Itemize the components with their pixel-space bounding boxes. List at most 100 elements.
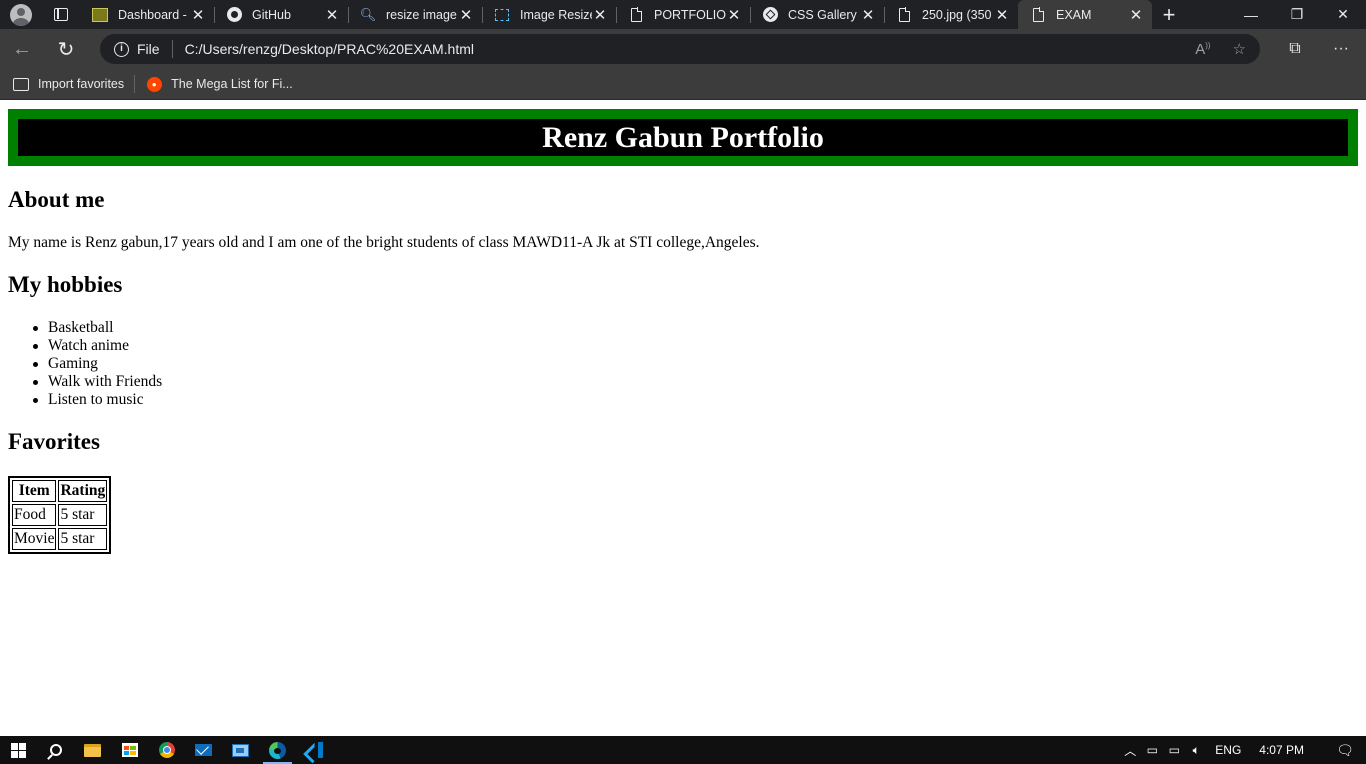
scheme-label: File: [137, 41, 160, 57]
control-panel-icon: [232, 743, 249, 757]
close-window-icon[interactable]: ✕: [1320, 0, 1366, 29]
window-controls: — ❐ ✕: [1228, 0, 1366, 29]
tab-image-resizer[interactable]: Image Resize ✕: [482, 0, 616, 29]
tab-dashboard[interactable]: Dashboard - ✕: [80, 0, 214, 29]
list-item: Basketball: [32, 319, 162, 337]
taskbar-file-explorer[interactable]: [74, 736, 111, 764]
favorite-mega-list[interactable]: ● The Mega List for Fi...: [145, 76, 293, 92]
favorite-label: Import favorites: [38, 77, 125, 91]
about-heading: About me: [8, 187, 105, 212]
table-cell: 5 star: [58, 528, 108, 550]
chrome-icon: [158, 742, 175, 758]
close-icon[interactable]: ✕: [1128, 6, 1144, 24]
taskbar-mail[interactable]: [185, 736, 222, 764]
github-icon: [226, 7, 242, 23]
list-item: Walk with Friends: [32, 373, 163, 390]
reddit-icon: ●: [145, 76, 163, 92]
taskbar-vscode[interactable]: [296, 736, 333, 764]
browser-toolbar: ← ↻ i File C:/Users/renzg/Desktop/PRAC%2…: [0, 29, 1366, 69]
folder-icon: [84, 743, 101, 757]
address-bar[interactable]: i File C:/Users/renzg/Desktop/PRAC%20EXA…: [100, 34, 1260, 64]
close-icon[interactable]: ✕: [860, 6, 876, 24]
new-tab-button[interactable]: +: [1152, 0, 1186, 29]
taskbar-chrome[interactable]: [148, 736, 185, 764]
tab-css-gallery[interactable]: CSS Gallery ✕: [750, 0, 884, 29]
favorites-heading: Favorites: [8, 429, 100, 454]
tab-label: EXAM: [1056, 7, 1092, 22]
favorite-star-icon[interactable]: ☆: [1233, 40, 1246, 58]
table-row: Food 5 star: [12, 504, 108, 526]
notifications-icon[interactable]: 🗨︎: [1324, 742, 1366, 759]
tab-label: Image Resize: [520, 7, 592, 22]
favorites-bar: Import favorites ● The Mega List for Fi.…: [0, 69, 1366, 100]
close-icon[interactable]: ✕: [458, 6, 474, 24]
taskbar-control-panel[interactable]: [222, 736, 259, 764]
tab-portfolio[interactable]: PORTFOLIO ✕: [616, 0, 750, 29]
more-menu-icon[interactable]: ···: [1318, 40, 1364, 58]
table-cell: Movie: [12, 528, 57, 550]
page-icon: [628, 7, 644, 23]
reload-button[interactable]: ↻: [44, 29, 88, 69]
minimize-icon[interactable]: —: [1228, 0, 1274, 29]
image-resizer-icon: [494, 7, 510, 23]
tab-exam[interactable]: EXAM ✕: [1018, 0, 1152, 29]
profile-button[interactable]: [0, 0, 42, 29]
tab-github[interactable]: GitHub ✕: [214, 0, 348, 29]
back-arrow-icon: ←: [12, 37, 32, 60]
tab-label: Dashboard -: [118, 7, 187, 22]
css-gallery-icon: [762, 7, 778, 23]
avatar-icon: [10, 3, 32, 26]
chevron-up-icon[interactable]: ︿: [1119, 742, 1141, 759]
tab-250-jpg[interactable]: 250.jpg (350 ✕: [884, 0, 1018, 29]
tab-strip: Dashboard - ✕ GitHub ✕ 🔍︎ resize image ✕…: [0, 0, 1366, 29]
table-cell: Food: [12, 504, 57, 526]
divider: [134, 75, 136, 93]
tab-label: GitHub: [252, 7, 291, 22]
volume-muted-icon[interactable]: 🔈︎: [1185, 743, 1207, 758]
taskbar-search-button[interactable]: [37, 736, 74, 764]
start-button[interactable]: [0, 736, 37, 764]
close-icon[interactable]: ✕: [726, 6, 742, 24]
read-aloud-icon[interactable]: A)): [1195, 41, 1210, 58]
mail-icon: [195, 744, 212, 756]
taskbar-store[interactable]: [111, 736, 148, 764]
store-icon: [121, 743, 138, 757]
clock[interactable]: 4:07 PM: [1259, 743, 1304, 757]
close-icon[interactable]: ✕: [994, 6, 1010, 24]
extensions-icon[interactable]: ⧉: [1272, 40, 1318, 58]
hobbies-heading: My hobbies: [8, 272, 123, 297]
table-cell: 5 star: [58, 504, 108, 526]
column-header: Item: [12, 480, 57, 502]
taskbar-edge[interactable]: [259, 736, 296, 764]
title-banner: Renz Gabun Portfolio: [8, 109, 1358, 166]
about-text: My name is Renz gabun,17 years old and I…: [8, 234, 760, 251]
tab-resize-image[interactable]: 🔍︎ resize image ✕: [348, 0, 482, 29]
info-icon[interactable]: i: [114, 41, 129, 57]
tab-label: PORTFOLIO: [654, 7, 726, 22]
page-content: Renz Gabun Portfolio About me My name is…: [0, 100, 1366, 736]
close-icon[interactable]: ✕: [324, 6, 340, 24]
search-icon: 🔍︎: [359, 6, 377, 22]
reload-icon: ↻: [57, 38, 75, 61]
windows-logo-icon: [11, 742, 26, 758]
close-icon[interactable]: ✕: [190, 6, 206, 24]
back-button[interactable]: ←: [0, 29, 44, 69]
import-favorites-icon: [12, 77, 30, 92]
close-icon[interactable]: ✕: [592, 6, 608, 24]
list-item: Listen to music: [32, 391, 162, 409]
column-header: Rating: [58, 480, 108, 502]
system-tray: ︿ ▭ ▭ 🔈︎ ENG 4:07 PM 🗨︎: [1119, 742, 1366, 759]
favorite-import[interactable]: Import favorites: [12, 77, 124, 92]
restore-icon[interactable]: ❐: [1274, 0, 1320, 29]
meet-now-icon[interactable]: ▭: [1141, 743, 1163, 757]
page-icon: [896, 7, 912, 23]
battery-icon[interactable]: ▭: [1163, 743, 1185, 757]
tab-actions-button[interactable]: [42, 0, 80, 29]
favorite-label: The Mega List for Fi...: [171, 77, 293, 91]
tab-label: resize image: [386, 7, 457, 22]
vscode-icon: [307, 742, 323, 758]
favorites-table: Item Rating Food 5 star Movie 5 star: [8, 476, 112, 554]
list-item: Watch anime: [32, 337, 162, 355]
language-indicator[interactable]: ENG: [1215, 743, 1241, 757]
url-text[interactable]: C:/Users/renzg/Desktop/PRAC%20EXAM.html: [185, 41, 1174, 57]
